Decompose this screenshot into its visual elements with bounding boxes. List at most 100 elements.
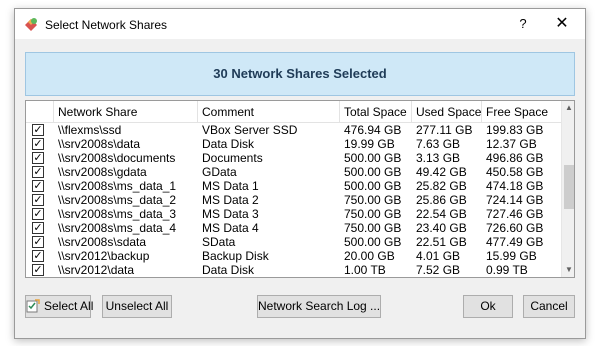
cell-comment: Data Disk [202, 263, 255, 277]
table-row[interactable]: ✓ \\srv2012\backup Backup Disk 20.00 GB 4.01… [26, 249, 561, 263]
row-checkbox[interactable]: ✓ [32, 208, 44, 220]
column-header-free-space[interactable]: Free Space [482, 101, 561, 123]
row-checkbox[interactable]: ✓ [32, 264, 44, 276]
cell-comment: SData [202, 235, 236, 249]
table-row[interactable]: ✓ \\srv2012\data Data Disk 1.00 TB 7.52 GB 0.… [26, 263, 561, 277]
table-row[interactable]: ✓ \\srv2008s\documents Documents 500.00 GB 3… [26, 151, 561, 165]
vertical-scrollbar[interactable]: ▲ ▼ [561, 101, 574, 277]
cell-used-space: 7.63 GB [416, 137, 461, 151]
cell-free-space: 496.86 GB [486, 151, 544, 165]
cell-free-space: 477.49 GB [486, 235, 544, 249]
cell-comment: VBox Server SSD [202, 123, 298, 137]
column-header-comment[interactable]: Comment [198, 101, 340, 123]
cell-comment: MS Data 4 [202, 221, 259, 235]
table-row[interactable]: ✓ \\srv2008s\ms_data_1 MS Data 1 500.00 GB 2… [26, 179, 561, 193]
cell-network-share: \\srv2008s\ms_data_2 [58, 193, 177, 207]
title-bar: Select Network Shares ? ✕ [15, 9, 585, 39]
cell-total-space: 750.00 GB [344, 221, 402, 235]
scroll-up-arrow-icon[interactable]: ▲ [562, 101, 574, 115]
help-button[interactable]: ? [511, 12, 535, 36]
cell-network-share: \\srv2012\backup [58, 249, 150, 263]
cell-comment: MS Data 2 [202, 193, 259, 207]
cell-network-share: \\srv2008s\sdata [58, 235, 147, 249]
cell-free-space: 474.18 GB [486, 179, 544, 193]
cell-network-share: \\srv2008s\ms_data_4 [58, 221, 177, 235]
column-header-used-space[interactable]: Used Space [412, 101, 482, 123]
cell-used-space: 4.01 GB [416, 249, 461, 263]
cell-total-space: 20.00 GB [344, 249, 395, 263]
row-checkbox[interactable]: ✓ [32, 180, 44, 192]
cell-comment: Data Disk [202, 137, 255, 151]
cell-comment: GData [202, 165, 237, 179]
select-all-button[interactable]: Select All [25, 295, 94, 318]
cell-network-share: \\srv2008s\ms_data_3 [58, 207, 177, 221]
cell-used-space: 49.42 GB [416, 165, 467, 179]
table-header: Network Share Comment Total Space Used S… [26, 101, 561, 123]
row-checkbox[interactable]: ✓ [32, 124, 44, 136]
cell-free-space: 727.46 GB [486, 207, 544, 221]
cell-free-space: 12.37 GB [486, 137, 537, 151]
cell-total-space: 1.00 TB [344, 263, 386, 277]
column-header-total-space[interactable]: Total Space [340, 101, 412, 123]
checklist-icon [26, 299, 40, 313]
close-button[interactable]: ✕ [547, 12, 577, 36]
cell-total-space: 500.00 GB [344, 165, 402, 179]
cell-network-share: \\flexms\ssd [58, 123, 122, 137]
table-row[interactable]: ✓ \\srv2008s\data Data Disk 19.99 GB 7.63 GB… [26, 137, 561, 151]
table-row[interactable]: ✓ \\flexms\ssd VBox Server SSD 476.94 GB 277… [26, 123, 561, 137]
cancel-button[interactable]: Cancel [523, 295, 575, 318]
cell-network-share: \\srv2008s\documents [58, 151, 176, 165]
table-row[interactable]: ✓ \\srv2008s\ms_data_3 MS Data 3 750.00 GB 2… [26, 207, 561, 221]
cell-free-space: 724.14 GB [486, 193, 544, 207]
cell-free-space: 450.58 GB [486, 165, 544, 179]
scroll-down-arrow-icon[interactable]: ▼ [562, 263, 574, 277]
cell-total-space: 500.00 GB [344, 235, 402, 249]
cell-comment: MS Data 1 [202, 179, 259, 193]
row-checkbox[interactable]: ✓ [32, 166, 44, 178]
scrollbar-thumb[interactable] [564, 165, 574, 209]
row-checkbox[interactable]: ✓ [32, 236, 44, 248]
table-row[interactable]: ✓ \\srv2008s\ms_data_2 MS Data 2 750.00 GB 2… [26, 193, 561, 207]
table-row[interactable]: ✓ \\srv2008s\ms_data_4 MS Data 4 750.00 GB 2… [26, 221, 561, 235]
row-checkbox[interactable]: ✓ [32, 194, 44, 206]
cell-used-space: 25.86 GB [416, 193, 467, 207]
window-title: Select Network Shares [45, 18, 168, 32]
cell-free-space: 0.99 TB [486, 263, 528, 277]
cell-free-space: 15.99 GB [486, 249, 537, 263]
cell-total-space: 750.00 GB [344, 207, 402, 221]
network-shares-icon [23, 16, 39, 32]
row-checkbox[interactable]: ✓ [32, 138, 44, 150]
unselect-all-button[interactable]: Unselect All [102, 295, 172, 318]
cell-free-space: 199.83 GB [486, 123, 544, 137]
cell-used-space: 22.54 GB [416, 207, 467, 221]
table-row[interactable]: ✓ \\srv2008s\sdata SData 500.00 GB 22.51 GB 4… [26, 235, 561, 249]
checkbox-column-header[interactable] [26, 101, 54, 123]
cell-total-space: 19.99 GB [344, 137, 395, 151]
table-row[interactable]: ✓ \\srv2008s\gdata GData 500.00 GB 49.42 GB 4… [26, 165, 561, 179]
cell-used-space: 3.13 GB [416, 151, 461, 165]
network-search-log-button[interactable]: Network Search Log ... [257, 295, 381, 318]
cell-network-share: \\srv2008s\gdata [58, 165, 147, 179]
ok-button[interactable]: Ok [463, 295, 513, 318]
cell-comment: MS Data 3 [202, 207, 259, 221]
cell-comment: Backup Disk [202, 249, 269, 263]
cell-network-share: \\srv2008s\data [58, 137, 141, 151]
cell-comment: Documents [202, 151, 263, 165]
cell-free-space: 726.60 GB [486, 221, 544, 235]
selection-count-banner: 30 Network Shares Selected [25, 52, 575, 96]
cell-total-space: 750.00 GB [344, 193, 402, 207]
cell-total-space: 476.94 GB [344, 123, 402, 137]
row-checkbox[interactable]: ✓ [32, 250, 44, 262]
table-body: ✓ \\flexms\ssd VBox Server SSD 476.94 GB 277… [26, 123, 561, 277]
cell-used-space: 277.11 GB [416, 123, 473, 137]
cell-used-space: 22.51 GB [416, 235, 467, 249]
row-checkbox[interactable]: ✓ [32, 222, 44, 234]
network-shares-list[interactable]: Network Share Comment Total Space Used S… [25, 100, 575, 278]
cell-total-space: 500.00 GB [344, 151, 402, 165]
select-all-label: Select All [44, 299, 94, 313]
cell-total-space: 500.00 GB [344, 179, 402, 193]
column-header-network-share[interactable]: Network Share [54, 101, 198, 123]
select-network-shares-dialog: Select Network Shares ? ✕ 30 Network Sha… [14, 8, 586, 339]
row-checkbox[interactable]: ✓ [32, 152, 44, 164]
cell-network-share: \\srv2012\data [58, 263, 135, 277]
